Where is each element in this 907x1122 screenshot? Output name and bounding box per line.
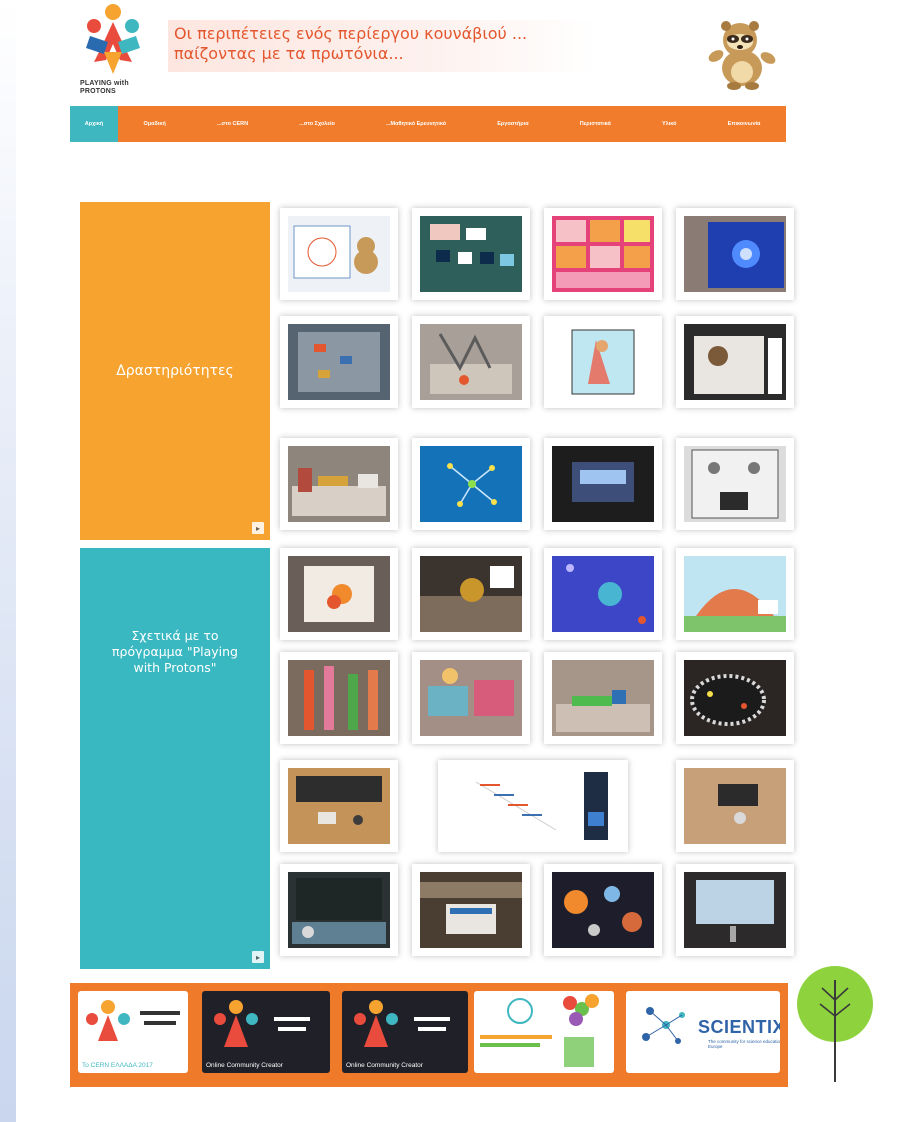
partner-logo[interactable]: Το CERN ΕΛΛΑΔΑ 2017	[78, 991, 188, 1073]
logo-figures-icon	[86, 4, 140, 74]
site-header: PLAYING with PROTONS Οι περιπέτειες ενός…	[70, 0, 786, 104]
expand-icon[interactable]: ▸	[252, 951, 264, 963]
partner-caption: Online Community Creator	[206, 1062, 283, 1069]
photo-thumbnail[interactable]	[280, 652, 398, 744]
children-hands-icon	[288, 660, 390, 736]
photo-thumbnail[interactable]	[412, 208, 530, 300]
nav-item-school[interactable]: ...στο Σχολείο	[274, 106, 361, 142]
nav-item-research[interactable]: ...Μαθητικό Ερευνητικό	[360, 106, 471, 142]
photo-thumbnail[interactable]	[280, 208, 398, 300]
space-animation-icon	[552, 556, 654, 632]
nav-item-incidents[interactable]: Περιστατικά	[554, 106, 636, 142]
photo-thumbnail[interactable]	[676, 438, 794, 530]
partners-footer: Το CERN ΕΛΛΑΔΑ 2017 Online Community Cre…	[70, 983, 788, 1087]
playing-with-protons-dark-logo-icon	[214, 1000, 310, 1047]
nav-item-team[interactable]: Ομαδική	[118, 106, 191, 142]
screenshot-diagram-icon	[446, 768, 620, 844]
blue-light-icon	[684, 216, 786, 292]
partner-caption: Το CERN ΕΛΛΑΔΑ 2017	[82, 1062, 153, 1069]
model-grass-icon	[552, 660, 654, 736]
photo-thumbnail[interactable]	[280, 316, 398, 408]
blackboard-icon	[288, 872, 390, 948]
group-photo-icon	[420, 872, 522, 948]
board-diagram-icon	[288, 324, 390, 400]
photo-thumbnail[interactable]	[544, 652, 662, 744]
partner-logo[interactable]	[474, 991, 614, 1073]
photo-thumbnail[interactable]	[544, 208, 662, 300]
photo-thumbnail[interactable]	[438, 760, 628, 852]
molecule-animation-icon	[420, 446, 522, 522]
cards-table-icon	[420, 216, 522, 292]
partner-logo[interactable]: Online Community Creator	[342, 991, 468, 1073]
photo-thumbnail[interactable]	[676, 548, 794, 640]
ferret-mascot-icon	[708, 21, 776, 90]
crafts-paper-icon	[288, 556, 390, 632]
space-collage-icon	[684, 660, 786, 736]
photo-thumbnail[interactable]	[412, 438, 530, 530]
tablet-screen-icon	[552, 446, 654, 522]
craft-materials-icon	[420, 660, 522, 736]
photo-thumbnail[interactable]	[676, 208, 794, 300]
keyboard-desk-icon	[288, 768, 390, 844]
poster-wall-icon	[684, 446, 786, 522]
nav-item-contact[interactable]: Επικοινωνία	[702, 106, 786, 142]
playing-with-protons-dark-logo-icon	[354, 1000, 450, 1047]
logo-text: PLAYING with PROTONS	[80, 80, 129, 95]
nav-item-workshops[interactable]: Εργαστήρια	[472, 106, 554, 142]
planet-drawing-icon	[684, 556, 786, 632]
projector-screen-icon	[684, 872, 786, 948]
photo-thumbnail[interactable]	[412, 548, 530, 640]
photo-thumbnail[interactable]	[412, 652, 530, 744]
photo-thumbnail[interactable]	[676, 652, 794, 744]
photo-thumbnail[interactable]	[280, 438, 398, 530]
tree-icon	[797, 966, 873, 1082]
nav-item-home[interactable]: Αρχική	[70, 106, 118, 142]
about-tile[interactable]: Σχετικά με το πρόγραμμα "Playing with Pr…	[80, 548, 270, 969]
photo-thumbnail[interactable]	[280, 864, 398, 956]
poster-grid-icon	[552, 216, 654, 292]
photo-thumbnail[interactable]	[676, 864, 794, 956]
child-drawing-icon	[552, 324, 654, 400]
experiment-setup-icon	[288, 446, 390, 522]
robot-kit-icon	[684, 768, 786, 844]
about-title: Σχετικά με το πρόγραμμα "Playing with Pr…	[112, 628, 238, 675]
photo-thumbnail[interactable]	[676, 760, 794, 852]
planets-poster-icon	[552, 872, 654, 948]
photo-thumbnail[interactable]	[544, 864, 662, 956]
photo-thumbnail[interactable]	[544, 316, 662, 408]
site-logo[interactable]: PLAYING with PROTONS	[80, 2, 146, 98]
photo-thumbnail[interactable]	[412, 864, 530, 956]
photo-thumbnail[interactable]	[280, 760, 398, 852]
title-banner: Οι περιπέτειες ενός περίεργου κουνάβιού …	[168, 20, 598, 72]
scientix-label: SCIENTIX	[698, 1017, 780, 1037]
photo-thumbnail[interactable]	[280, 548, 398, 640]
photo-thumbnail[interactable]	[412, 316, 530, 408]
nav-item-material[interactable]: Υλικό	[636, 106, 702, 142]
partner-logo[interactable]: SCIENTIX The community for science educa…	[626, 991, 780, 1073]
partner-logo[interactable]: Online Community Creator	[202, 991, 330, 1073]
activities-tile[interactable]: Δραστηριότητες ▸	[80, 202, 270, 540]
photo-thumbnail[interactable]	[676, 316, 794, 408]
activities-title: Δραστηριότητες	[116, 363, 234, 379]
page-side-gradient	[0, 0, 16, 1122]
site-title: Οι περιπέτειες ενός περίεργου κουνάβιού …	[174, 24, 528, 63]
mascot-toy-icon	[420, 556, 522, 632]
main-navigation: Αρχική Ομαδική ...στο CERN ...στο Σχολεί…	[70, 106, 786, 142]
photo-thumbnail[interactable]	[544, 548, 662, 640]
balloons-network-logo-icon	[480, 994, 599, 1067]
mascot-photo-icon	[684, 324, 786, 400]
crafts-table-icon	[420, 324, 522, 400]
nav-item-cern[interactable]: ...στο CERN	[191, 106, 273, 142]
partner-caption: Online Community Creator	[346, 1062, 423, 1069]
expand-icon[interactable]: ▸	[252, 522, 264, 534]
photo-thumbnail[interactable]	[544, 438, 662, 530]
scientix-tagline: The community for science education in E…	[708, 1039, 780, 1049]
classroom-drawing-icon	[288, 216, 390, 292]
playing-with-protons-logo-icon	[86, 1000, 180, 1041]
